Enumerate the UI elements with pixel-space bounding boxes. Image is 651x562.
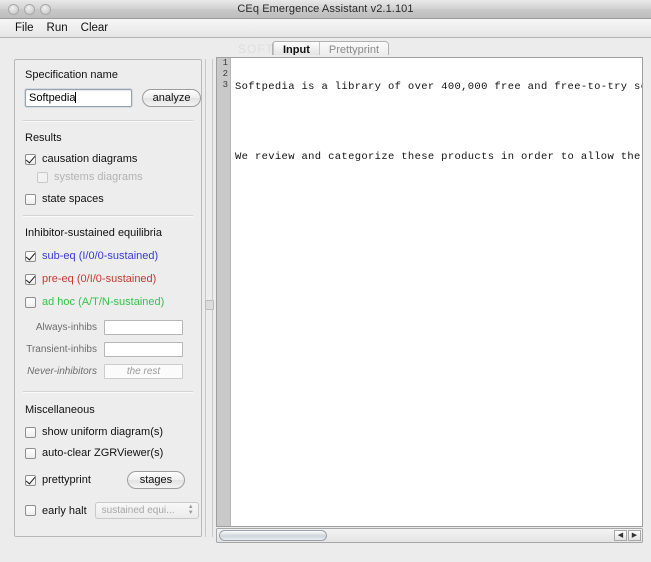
early-halt-select-value: sustained equi... bbox=[101, 505, 175, 516]
line-number-gutter: 1 2 3 bbox=[217, 58, 231, 526]
checkbox-box[interactable] bbox=[25, 153, 36, 165]
always-inhibs-label: Always-inhibs bbox=[35, 322, 97, 333]
editor-panel: 1 2 3 Softpedia is a library of over 400… bbox=[214, 55, 645, 543]
editor-horizontal-scrollbar[interactable]: ◀ ▶ bbox=[216, 528, 643, 543]
transient-inhibs-row: Transient-inhibs bbox=[15, 342, 201, 357]
checkbox-label: systems diagrams bbox=[54, 171, 143, 183]
checkbox-show-uniform-diagrams[interactable]: show uniform diagram(s) bbox=[25, 426, 201, 438]
never-inhibitors-input bbox=[104, 364, 183, 379]
equilibria-heading: Inhibitor-sustained equilibria bbox=[25, 227, 162, 239]
early-halt-row: early halt sustained equi... ▲ ▼ bbox=[25, 502, 201, 519]
checkbox-label: ad hoc (A/T/N-sustained) bbox=[42, 296, 165, 308]
stepper-arrows-icon: ▲ ▼ bbox=[187, 504, 194, 516]
checkbox-box[interactable] bbox=[25, 250, 36, 262]
stages-button[interactable]: stages bbox=[126, 471, 185, 489]
prettyprint-row: prettyprint stages bbox=[25, 471, 201, 489]
always-inhibs-row: Always-inhibs bbox=[15, 320, 201, 335]
menu-run[interactable]: Run bbox=[41, 21, 75, 35]
checkbox-auto-clear-zgrviewer[interactable]: auto-clear ZGRViewer(s) bbox=[25, 447, 201, 459]
checkbox-box bbox=[37, 171, 48, 183]
checkbox-label: show uniform diagram(s) bbox=[42, 426, 164, 438]
split-divider[interactable] bbox=[204, 59, 214, 537]
divider-line-left bbox=[205, 59, 206, 537]
specification-name-value: Softpedia bbox=[29, 92, 76, 104]
miscellaneous-heading: Miscellaneous bbox=[25, 404, 95, 416]
transient-inhibs-input[interactable] bbox=[104, 342, 183, 357]
checkbox-systems-diagrams: systems diagrams bbox=[37, 171, 201, 183]
never-inhibitors-label: Never-inhibitors bbox=[27, 366, 97, 377]
results-heading: Results bbox=[25, 132, 62, 144]
line-number: 2 bbox=[222, 69, 228, 79]
checkbox-sub-eq[interactable]: sub-eq (I/0/0-sustained) bbox=[25, 250, 201, 262]
checkbox-state-spaces[interactable]: state spaces bbox=[25, 193, 201, 205]
scrollbar-thumb[interactable] bbox=[219, 530, 327, 541]
checkbox-box[interactable] bbox=[25, 193, 36, 205]
editor-line: We review and categorize these products … bbox=[235, 151, 641, 163]
scroll-left-arrow-icon[interactable]: ◀ bbox=[614, 530, 627, 541]
scroll-right-arrow-icon[interactable]: ▶ bbox=[628, 530, 641, 541]
options-panel: Specification name Softpedia analyze Res… bbox=[14, 59, 202, 537]
checkbox-causation-diagrams[interactable]: causation diagrams bbox=[25, 153, 201, 165]
checkbox-prettyprint[interactable] bbox=[25, 474, 36, 486]
scrollbar-arrow-group: ◀ ▶ bbox=[614, 530, 641, 541]
early-halt-label: early halt bbox=[42, 504, 87, 517]
editor-content[interactable]: Softpedia is a library of over 400,000 f… bbox=[232, 58, 642, 526]
never-inhibitors-row: Never-inhibitors bbox=[15, 364, 201, 379]
divider-2 bbox=[23, 215, 193, 217]
checkbox-label: auto-clear ZGRViewer(s) bbox=[42, 447, 164, 459]
window-titlebar: CEq Emergence Assistant v2.1.101 bbox=[0, 0, 651, 19]
checkbox-label: pre-eq (0/I/0-sustained) bbox=[42, 273, 157, 285]
checkbox-box[interactable] bbox=[25, 447, 36, 459]
line-number: 1 bbox=[222, 58, 228, 68]
transient-inhibs-label: Transient-inhibs bbox=[26, 344, 97, 355]
menu-file[interactable]: File bbox=[9, 21, 41, 35]
checkbox-early-halt[interactable] bbox=[25, 505, 36, 516]
specification-name-row: Softpedia analyze bbox=[25, 89, 201, 107]
early-halt-select: sustained equi... ▲ ▼ bbox=[94, 502, 199, 519]
main-split-pane: Specification name Softpedia analyze Res… bbox=[6, 55, 645, 545]
checkbox-label: sub-eq (I/0/0-sustained) bbox=[42, 250, 159, 262]
window-title: CEq Emergence Assistant v2.1.101 bbox=[237, 3, 414, 15]
analyze-button[interactable]: analyze bbox=[142, 89, 201, 107]
app-window: CEq Emergence Assistant v2.1.101 File Ru… bbox=[0, 0, 651, 562]
checkbox-box[interactable] bbox=[25, 273, 36, 285]
always-inhibs-input[interactable] bbox=[104, 320, 183, 335]
checkbox-pre-eq[interactable]: pre-eq (0/I/0-sustained) bbox=[25, 273, 201, 285]
checkbox-box[interactable] bbox=[25, 426, 36, 438]
prettyprint-label: prettyprint bbox=[42, 474, 91, 486]
menu-clear[interactable]: Clear bbox=[75, 21, 115, 35]
text-editor[interactable]: 1 2 3 Softpedia is a library of over 400… bbox=[216, 57, 643, 527]
specification-name-label: Specification name bbox=[25, 69, 118, 81]
divider-line-right bbox=[212, 59, 213, 537]
editor-line: Softpedia is a library of over 400,000 f… bbox=[235, 81, 642, 93]
line-number: 3 bbox=[222, 80, 228, 90]
divider-3 bbox=[23, 391, 193, 393]
checkbox-label: state spaces bbox=[42, 193, 104, 205]
checkbox-box[interactable] bbox=[25, 296, 36, 308]
specification-name-input[interactable]: Softpedia bbox=[25, 89, 133, 107]
menu-bar: File Run Clear bbox=[0, 19, 651, 38]
checkbox-ad-hoc[interactable]: ad hoc (A/T/N-sustained) bbox=[25, 296, 201, 308]
checkbox-label: causation diagrams bbox=[42, 153, 138, 165]
text-caret bbox=[75, 92, 77, 103]
divider-grip-icon[interactable] bbox=[205, 300, 214, 310]
divider-1 bbox=[23, 120, 193, 122]
